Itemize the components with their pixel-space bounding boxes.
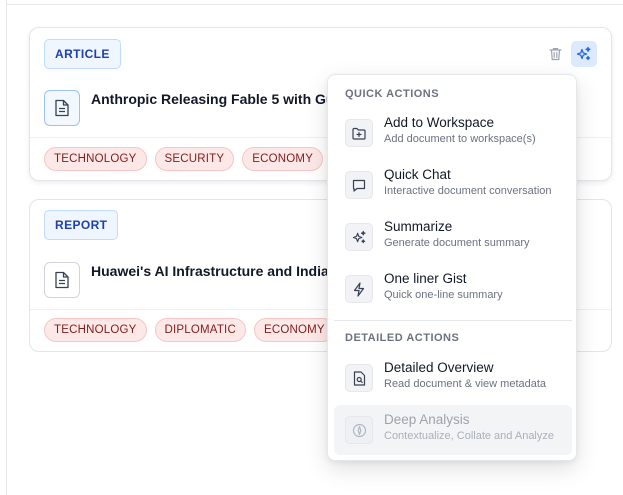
menu-divider [334,320,572,321]
delete-button[interactable] [545,43,565,65]
menu-item-deep-analysis[interactable]: Deep Analysis Contextualize, Collate and… [334,405,572,455]
ai-actions-button[interactable] [571,41,597,67]
menu-item-label: Detailed Overview [384,360,494,375]
left-border [6,0,7,495]
tag-chip[interactable]: ECONOMY [253,318,335,342]
sparkle-icon [345,223,373,251]
tag-list: TECHNOLOGY SECURITY ECONOMY [44,147,324,171]
menu-item-label: Quick Chat [384,167,451,182]
tag-chip[interactable]: TECHNOLOGY [44,318,147,342]
menu-item-label: One liner Gist [384,271,467,286]
menu-item-description: Quick one-line summary [384,289,503,301]
menu-item-label: Deep Analysis [384,412,470,427]
menu-item-detailed-overview[interactable]: Detailed Overview Read document & view m… [334,353,572,403]
sparkle-icon [576,46,591,61]
menu-item-add-to-workspace[interactable]: Add to Workspace Add document to workspa… [334,108,572,158]
tag-chip[interactable]: ECONOMY [242,147,324,171]
type-badge: ARTICLE [44,39,121,69]
document-icon [55,99,69,117]
compass-icon [345,416,373,444]
chat-bubble-icon [345,171,373,199]
tag-chip[interactable]: DIPLOMATIC [154,318,246,342]
menu-item-label: Add to Workspace [384,115,495,130]
menu-item-summarize[interactable]: Summarize Generate document summary [334,212,572,262]
menu-item-description: Interactive document conversation [384,185,552,197]
tag-chip[interactable]: SECURITY [154,147,235,171]
trash-icon [548,48,562,61]
ai-actions-menu: QUICK ACTIONS Add to Workspace Add docum… [327,74,577,461]
menu-item-label: Summarize [384,219,453,234]
menu-item-description: Read document & view metadata [384,378,547,390]
document-icon-box [44,90,80,126]
document-title[interactable]: Anthropic Releasing Fable 5 with Guardra… [91,91,327,107]
type-badge: REPORT [44,210,119,240]
menu-item-one-liner-gist[interactable]: One liner Gist Quick one-line summary [334,264,572,314]
menu-item-description: Contextualize, Collate and Analyze [384,430,554,442]
folder-plus-icon [345,119,373,147]
document-icon-box [44,262,80,298]
lightning-icon [345,275,373,303]
document-icon [55,271,69,289]
tag-chip[interactable]: TECHNOLOGY [44,147,147,171]
quick-actions-heading: QUICK ACTIONS [345,88,440,100]
file-search-icon [345,364,373,392]
menu-item-quick-chat[interactable]: Quick Chat Interactive document conversa… [334,160,572,210]
menu-item-description: Generate document summary [384,237,530,249]
menu-item-description: Add document to workspace(s) [384,133,536,145]
tag-list: TECHNOLOGY DIPLOMATIC ECONOMY [44,318,335,342]
detailed-actions-heading: DETAILED ACTIONS [345,332,460,344]
top-border [6,4,623,5]
document-title[interactable]: Huawei's AI Infrastructure and India-US … [91,263,327,279]
